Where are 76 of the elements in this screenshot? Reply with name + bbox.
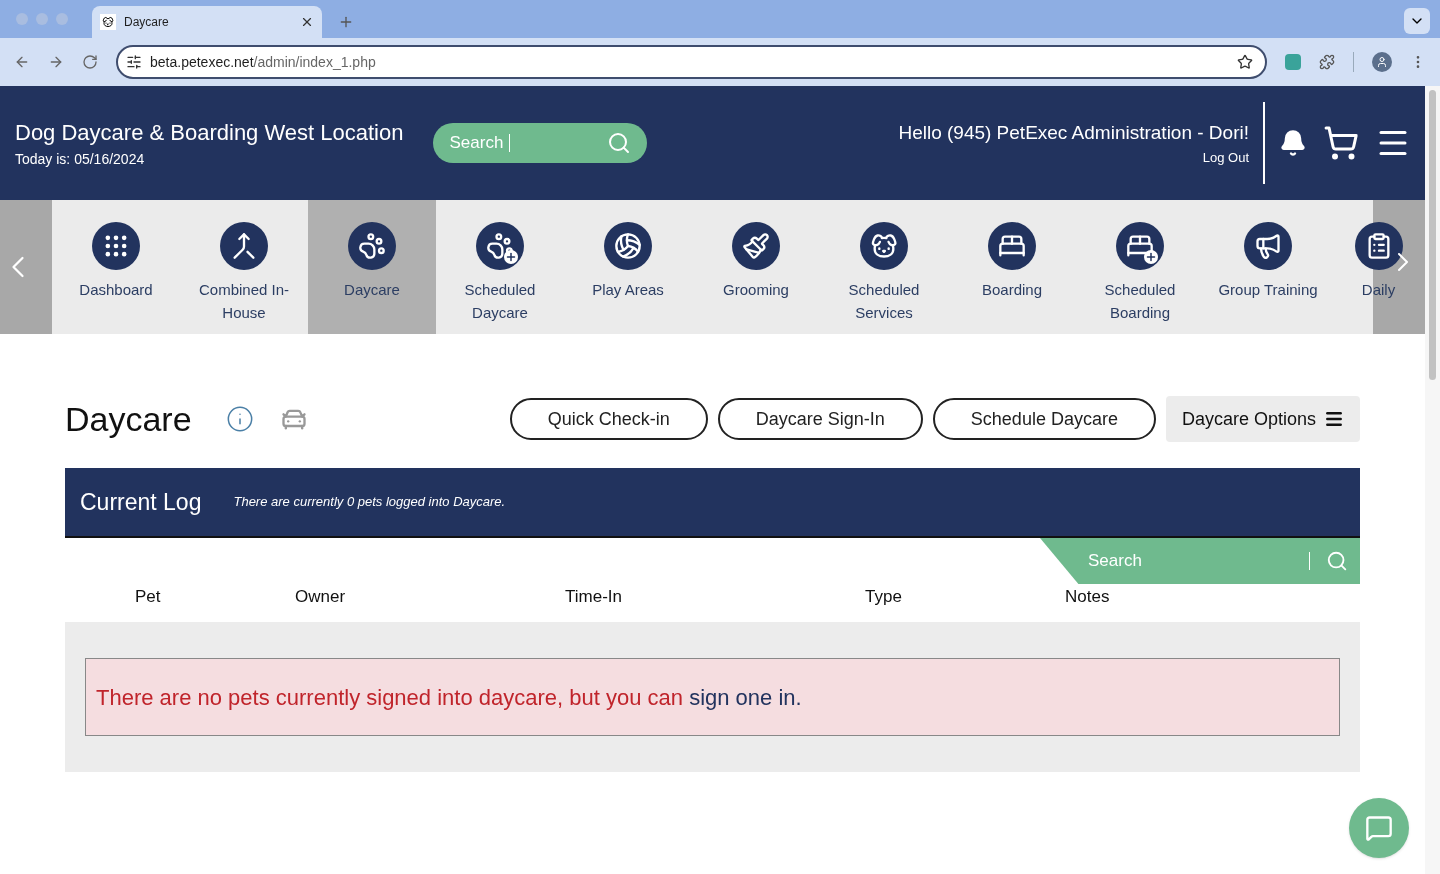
browser-tab[interactable]: Daycare (92, 6, 322, 38)
log-search-field[interactable]: Search (1088, 548, 1309, 574)
log-subtitle: There are currently 0 pets logged into Daycare. (233, 493, 506, 512)
page-title: Daycare (65, 398, 192, 440)
brush-icon (732, 222, 780, 270)
nav-item[interactable]: Group Training (1204, 200, 1332, 334)
site-settings-icon[interactable] (126, 54, 142, 70)
column-header: Owner (295, 586, 347, 608)
back-icon[interactable] (14, 54, 30, 70)
greeting-text: Hello (945) PetExec Administration - Dori! (898, 121, 1249, 145)
bed-icon (988, 222, 1036, 270)
bookmark-star-icon[interactable] (1237, 54, 1253, 70)
header-search-field[interactable]: Search (449, 130, 510, 156)
reload-icon[interactable] (82, 54, 98, 70)
nav-item[interactable]: Scheduled Services (820, 200, 948, 334)
nav-label: Dashboard (79, 280, 153, 300)
action-button[interactable]: Daycare Sign-In (717, 398, 923, 440)
date-text: Today is: 05/16/2024 (15, 150, 146, 169)
empty-message: There are no pets currently signed into daycare, but you can sign one in. (96, 683, 802, 712)
nav-label: Combined In-House (197, 280, 290, 323)
nav-label: Daily (1361, 280, 1396, 300)
puzzle-icon[interactable] (1319, 54, 1335, 70)
nav-label: Grooming (723, 280, 789, 300)
nav-label: Play Areas (592, 280, 664, 300)
log-title: Current Log (80, 487, 202, 517)
dog-favicon-icon (100, 14, 116, 30)
nav-label: Group Training (1218, 280, 1318, 300)
column-header: Pet (135, 586, 162, 608)
column-header: Notes (1065, 586, 1110, 608)
bed-plus-icon (1116, 222, 1164, 270)
nav-label: Scheduled Daycare (463, 280, 537, 323)
menu-icon (1324, 409, 1344, 429)
bell-icon[interactable] (1279, 129, 1307, 157)
tab-list-button[interactable] (1404, 8, 1430, 34)
chat-bubble-icon (1365, 814, 1393, 842)
nav-item[interactable]: Play Areas (564, 200, 692, 334)
close-icon[interactable] (300, 15, 314, 29)
chat-button[interactable] (1349, 798, 1409, 858)
clipboard-icon (1354, 222, 1403, 270)
header-search-bar[interactable]: Search (433, 123, 648, 163)
search-icon[interactable] (1325, 549, 1348, 573)
url-text: beta.petexec.net/admin/index_1.php (150, 52, 377, 72)
nav-label: Scheduled Services (847, 280, 921, 323)
nav-item[interactable]: Scheduled Boarding (1076, 200, 1204, 334)
dog-icon (860, 222, 908, 270)
new-tab-icon[interactable] (338, 14, 354, 30)
paw-icon (348, 222, 396, 270)
nav-item[interactable]: Dashboard (52, 200, 180, 334)
dots-grid-icon (92, 222, 140, 270)
avatar-icon[interactable] (1372, 52, 1392, 72)
options-button[interactable]: Daycare Options (1165, 396, 1360, 442)
log-search-bar[interactable]: Search (1040, 538, 1360, 584)
nav-item[interactable]: Daycare (308, 200, 436, 334)
paw-plus-icon (476, 222, 524, 270)
nav-item[interactable]: Grooming (692, 200, 820, 334)
nav-item[interactable]: Boarding (948, 200, 1076, 334)
forward-icon[interactable] (48, 54, 64, 70)
column-header: Time-In (565, 586, 623, 608)
logout-link[interactable]: Log Out (1202, 147, 1249, 167)
nav-label: Scheduled Boarding (1103, 280, 1177, 323)
megaphone-icon (1244, 222, 1292, 270)
nav-item[interactable]: Daily (1332, 200, 1425, 334)
nav-label: Daycare (344, 280, 400, 300)
nav-item[interactable]: Combined In-House (180, 200, 308, 334)
cart-icon[interactable] (1323, 125, 1359, 161)
column-header: Type (865, 586, 903, 608)
address-bar[interactable]: beta.petexec.net/admin/index_1.php (116, 45, 1267, 79)
nav-item[interactable]: Scheduled Daycare (436, 200, 564, 334)
location-title: Dog Daycare & Boarding West Location (15, 119, 404, 147)
sign-in-link[interactable]: sign one in. (689, 684, 802, 710)
tab-title: Daycare (124, 14, 170, 31)
info-icon[interactable] (225, 405, 254, 433)
search-icon[interactable] (607, 131, 632, 155)
nav-label: Boarding (981, 280, 1042, 300)
action-button[interactable]: Quick Check-in (509, 398, 708, 440)
action-button[interactable]: Schedule Daycare (932, 398, 1156, 440)
